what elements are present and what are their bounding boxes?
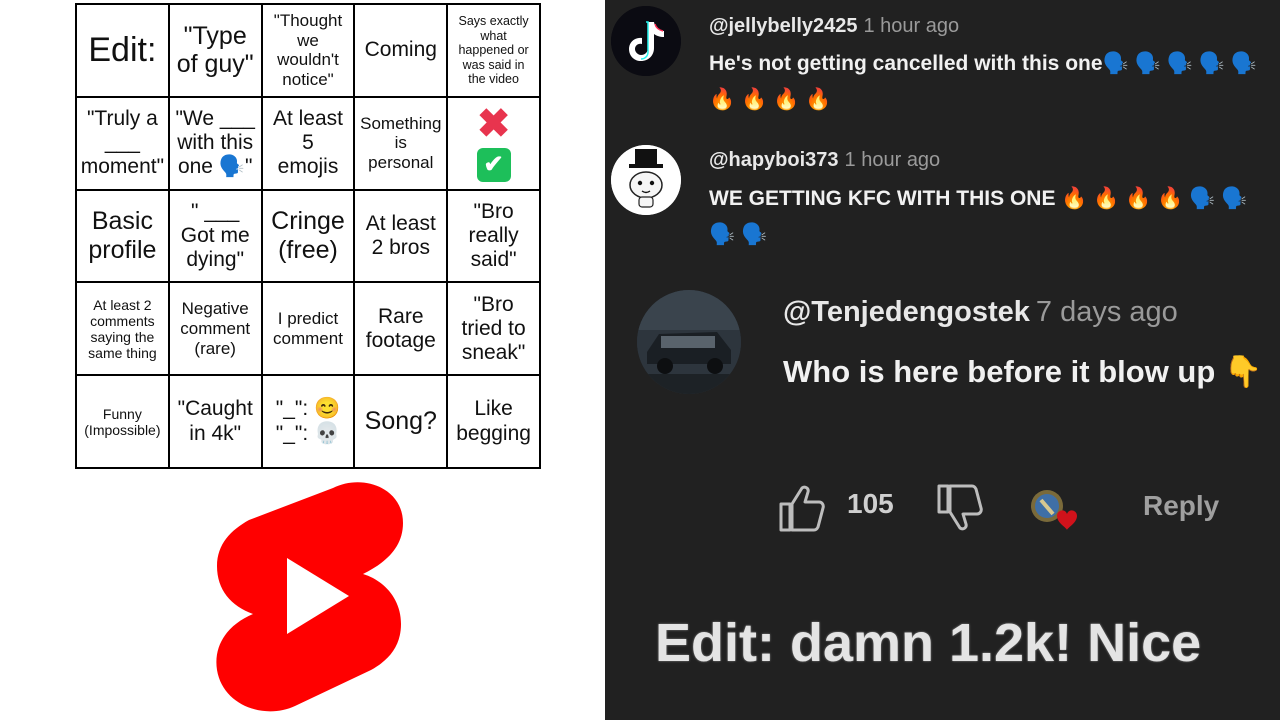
bingo-cell: " ___ Got me dying" xyxy=(168,189,262,283)
tiktok-icon xyxy=(611,6,681,76)
bingo-cell: Coming xyxy=(354,4,448,97)
comment-text: WE GETTING KFC WITH THIS ONE 🔥 🔥 🔥 🔥 🗣️ … xyxy=(709,187,1248,246)
bingo-cell-text: At least 2 bros xyxy=(365,211,436,259)
bingo-cell-text: I predict comment xyxy=(273,309,343,348)
comment-author[interactable]: @jellybelly2425 1 hour ago xyxy=(709,15,959,38)
youtube-shorts-logo xyxy=(216,482,403,712)
bingo-cell-text: Basic profile xyxy=(88,207,157,264)
bingo-cell: I predict comment xyxy=(261,282,355,376)
bingo-cell-text: Coming xyxy=(364,38,437,62)
bingo-cell-text: "Caught in 4k" xyxy=(177,397,253,445)
comment-timestamp[interactable]: 7 days ago xyxy=(1036,296,1178,328)
comment-timestamp[interactable]: 1 hour ago xyxy=(845,149,941,171)
comment-timestamp[interactable]: 1 hour ago xyxy=(864,15,960,37)
bingo-cell-text: "Thought we wouldn't notice" xyxy=(273,11,343,89)
car-photo-avatar[interactable] xyxy=(637,290,741,394)
bingo-cell-text: Rare footage xyxy=(365,304,436,352)
bingo-cell-text: Funny (Impossible) xyxy=(84,405,161,438)
author-handle[interactable]: @hapyboi373 xyxy=(709,149,839,171)
bingo-cell: Song? xyxy=(354,375,448,468)
comment-text: He's not getting cancelled with this one… xyxy=(709,52,1257,111)
cat-icon xyxy=(611,145,681,215)
reply-button[interactable]: Reply xyxy=(1143,490,1219,522)
creator-heart-icon xyxy=(1031,490,1077,530)
bingo-cell-text: "Type of guy" xyxy=(176,21,254,79)
bingo-cell: Basic profile xyxy=(76,189,169,283)
comment-bingo-card: Edit: "Type of guy" "Thought we wouldn't n… xyxy=(75,3,541,469)
bingo-cell-text: " ___ Got me dying" xyxy=(180,199,250,272)
thumbs-down-icon xyxy=(937,484,983,531)
bingo-cell-text: Says exactly what happened or was said i… xyxy=(458,14,529,86)
bingo-cell-text: At least 2 comments saying the same thin… xyxy=(88,296,157,361)
bingo-cell-text: Edit: xyxy=(88,30,157,69)
bingo-cell: Like begging xyxy=(447,375,540,468)
bingo-cell: Funny (Impossible) xyxy=(76,375,169,468)
dislike-button[interactable] xyxy=(933,482,985,534)
bingo-cell: "Thought we wouldn't notice" xyxy=(261,4,355,97)
bingo-cell: "Truly a ___ moment" xyxy=(76,96,169,190)
author-handle[interactable]: @jellybelly2425 xyxy=(709,15,858,37)
top-hat-cat-avatar[interactable] xyxy=(611,145,681,215)
bingo-cell-text: Something is personal xyxy=(360,113,442,172)
bingo-cell: At least 2 comments saying the same thin… xyxy=(76,282,169,376)
car-icon xyxy=(637,290,741,394)
bingo-cell-text: "_": 😊 "_": 💀 xyxy=(275,397,341,445)
comment-text: Who is here before it blow up 👇 xyxy=(783,354,1263,389)
tiktok-logo-avatar[interactable] xyxy=(611,6,681,76)
bingo-cell: ✖ ✔ xyxy=(447,96,540,190)
bingo-cell: "_": 😊 "_": 💀 xyxy=(261,375,355,468)
bingo-cell-text: "Bro really said" xyxy=(468,199,519,272)
like-count: 105 xyxy=(847,488,894,519)
left-panel: Edit: "Type of guy" "Thought we wouldn't n… xyxy=(0,0,605,720)
bingo-cell: At least 5 emojis xyxy=(261,96,355,190)
bingo-cell: Negative comment (rare) xyxy=(168,282,262,376)
bingo-cell-text: "Bro tried to sneak" xyxy=(461,292,526,364)
comment-actions: 105 Reply xyxy=(775,482,1265,542)
bingo-cell: Edit: xyxy=(76,4,169,97)
bingo-cell-text: Like begging xyxy=(456,397,531,445)
comment-author[interactable]: @Tenjedengostek 7 days ago xyxy=(783,296,1178,329)
comments-panel: @jellybelly2425 1 hour ago He's not getti… xyxy=(605,0,1280,720)
bingo-cell: "Bro tried to sneak" xyxy=(447,282,540,376)
bingo-cell-text: "Truly a ___ moment" xyxy=(80,106,165,179)
bingo-cell: "Type of guy" xyxy=(168,4,262,97)
thumbs-up-icon xyxy=(779,485,825,532)
author-handle[interactable]: @Tenjedengostek xyxy=(783,296,1030,328)
bingo-cell-text: Song? xyxy=(364,407,437,436)
bingo-cell: At least 2 bros xyxy=(354,189,448,283)
bingo-cell-text: Negative comment (rare) xyxy=(180,299,251,358)
bingo-cell: Rare footage xyxy=(354,282,448,376)
cross-mark-icon: ✖ xyxy=(476,102,511,147)
comment-author[interactable]: @hapyboi373 1 hour ago xyxy=(709,149,940,172)
bingo-cell-text: At least 5 emojis xyxy=(272,106,344,179)
bingo-cell: Something is personal xyxy=(354,96,448,190)
bingo-cell: "Bro really said" xyxy=(447,189,540,283)
bingo-cell: "Caught in 4k" xyxy=(168,375,262,468)
creator-heart-badge xyxy=(1027,486,1087,540)
bingo-cell-text: "We ___ with this one 🗣️" xyxy=(175,106,255,179)
bingo-cell: Says exactly what happened or was said i… xyxy=(447,4,540,97)
bingo-cell: "We ___ with this one 🗣️" xyxy=(168,96,262,190)
check-mark-icon: ✔ xyxy=(476,148,511,183)
edit-caption: Edit: damn 1.2k! Nice xyxy=(655,613,1202,673)
like-button[interactable] xyxy=(775,482,827,534)
bingo-cell-text: Cringe (free) xyxy=(271,207,345,264)
bingo-cell: Cringe (free) xyxy=(261,189,355,283)
